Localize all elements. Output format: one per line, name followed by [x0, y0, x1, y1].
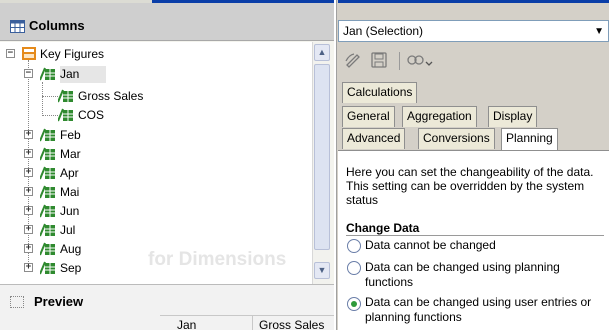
tree-label: Key Figures: [40, 47, 105, 61]
preview-column-divider: [252, 315, 253, 330]
tree-item-jun[interactable]: + Jun: [24, 202, 224, 220]
key-figures-icon: [22, 47, 36, 65]
scroll-thumb[interactable]: [314, 64, 330, 250]
scroll-down-button[interactable]: ▼: [314, 262, 330, 279]
preview-icon: [10, 296, 24, 308]
tree-label: COS: [78, 108, 105, 122]
tab-conversions[interactable]: Conversions: [418, 128, 495, 149]
change-data-title: Change Data: [346, 221, 420, 235]
tree-label: Jul: [60, 223, 76, 237]
tree-scrollbar[interactable]: ▲ ▼: [312, 42, 330, 284]
tree-item-jan[interactable]: − Jan: [24, 65, 224, 83]
tree-item-sep[interactable]: + Sep: [24, 259, 224, 277]
tree-label: Mar: [60, 147, 81, 161]
tree-item-aug[interactable]: + Aug: [24, 240, 224, 258]
tree-label: Sep: [60, 261, 82, 275]
planning-description: Here you can set the changeability of th…: [346, 165, 594, 207]
properties-toolbar: [338, 48, 609, 74]
panel-splitter[interactable]: [334, 0, 337, 330]
tab-calculations[interactable]: Calculations: [342, 82, 418, 103]
preview-column-header: Jan: [177, 318, 197, 330]
tree-item-feb[interactable]: + Feb: [24, 126, 224, 144]
expand-toggle[interactable]: +: [24, 130, 33, 139]
tree-label: Feb: [60, 128, 81, 142]
columns-title: Columns: [29, 18, 85, 33]
radio-label[interactable]: Data can be changed using planning funct…: [365, 260, 605, 290]
selection-dropdown[interactable]: Jan (Selection) ▼: [338, 20, 609, 42]
tree-item-mar[interactable]: + Mar: [24, 145, 224, 163]
tree-label: Mai: [60, 185, 80, 199]
expand-toggle[interactable]: +: [24, 168, 33, 177]
selection-value: Jan (Selection): [343, 24, 424, 38]
radio-label[interactable]: Data can be changed using user entries o…: [365, 295, 605, 325]
tab-general[interactable]: General: [342, 106, 395, 127]
tree-item-mai[interactable]: + Mai: [24, 183, 224, 201]
properties-panel: Jan (Selection) ▼ Calculations General A…: [338, 0, 609, 330]
preview-column-header: Gross Sales: [259, 318, 325, 330]
change-data-divider: [346, 235, 604, 236]
pencil-icon[interactable]: [344, 51, 362, 71]
expand-toggle[interactable]: +: [24, 187, 33, 196]
collapse-toggle[interactable]: −: [24, 69, 33, 78]
tab-planning[interactable]: Planning: [501, 128, 558, 150]
tree-item-apr[interactable]: + Apr: [24, 164, 224, 182]
toolbar-separator: [399, 52, 400, 70]
left-panel: Columns − Key Figures − Jan Gross Sales …: [0, 0, 334, 330]
scroll-up-button[interactable]: ▲: [314, 44, 330, 61]
link-dropdown-icon[interactable]: [406, 51, 438, 71]
dimension-member-icon: [57, 108, 74, 127]
save-icon[interactable]: [370, 51, 388, 71]
tree-label: Jun: [60, 204, 80, 218]
columns-icon: [10, 20, 25, 36]
tree-label: Jan: [60, 67, 80, 81]
expand-toggle[interactable]: +: [24, 244, 33, 253]
expand-toggle[interactable]: +: [24, 206, 33, 215]
radio-data-changed-by-user-entries[interactable]: [347, 297, 361, 311]
tree-item-jul[interactable]: + Jul: [24, 221, 224, 239]
right-top-strip: [338, 0, 609, 14]
preview-section: Preview Jan Gross Sales: [0, 284, 334, 330]
expand-toggle[interactable]: +: [24, 263, 33, 272]
planning-tab-content: Here you can set the changeability of th…: [338, 150, 609, 330]
tree-label: Aug: [60, 242, 82, 256]
radio-selected-dot: [351, 301, 357, 307]
preview-header-line: [160, 315, 334, 316]
expand-toggle[interactable]: +: [24, 225, 33, 234]
tree-item-gross-sales[interactable]: Gross Sales: [42, 87, 242, 105]
tab-display[interactable]: Display: [488, 106, 538, 127]
dimension-member-icon: [39, 67, 56, 86]
expand-toggle[interactable]: +: [24, 149, 33, 158]
tree-label: Gross Sales: [78, 89, 144, 103]
radio-data-cannot-be-changed[interactable]: [347, 239, 361, 253]
preview-title: Preview: [34, 294, 84, 309]
chevron-down-icon[interactable]: ▼: [594, 26, 604, 37]
tab-aggregation[interactable]: Aggregation: [402, 106, 477, 127]
tab-advanced[interactable]: Advanced: [342, 128, 406, 149]
radio-data-changed-by-planning-functions[interactable]: [347, 261, 361, 275]
columns-header: Columns: [0, 3, 334, 41]
tree-label: Apr: [60, 166, 79, 180]
collapse-toggle[interactable]: −: [6, 49, 15, 58]
dimension-member-icon: [39, 261, 56, 280]
tree-item-key-figures[interactable]: − Key Figures: [6, 45, 206, 63]
columns-tree[interactable]: − Key Figures − Jan Gross Sales COS + Fe…: [0, 42, 312, 284]
radio-label[interactable]: Data cannot be changed: [365, 238, 605, 253]
tree-item-cos[interactable]: COS: [42, 106, 242, 124]
